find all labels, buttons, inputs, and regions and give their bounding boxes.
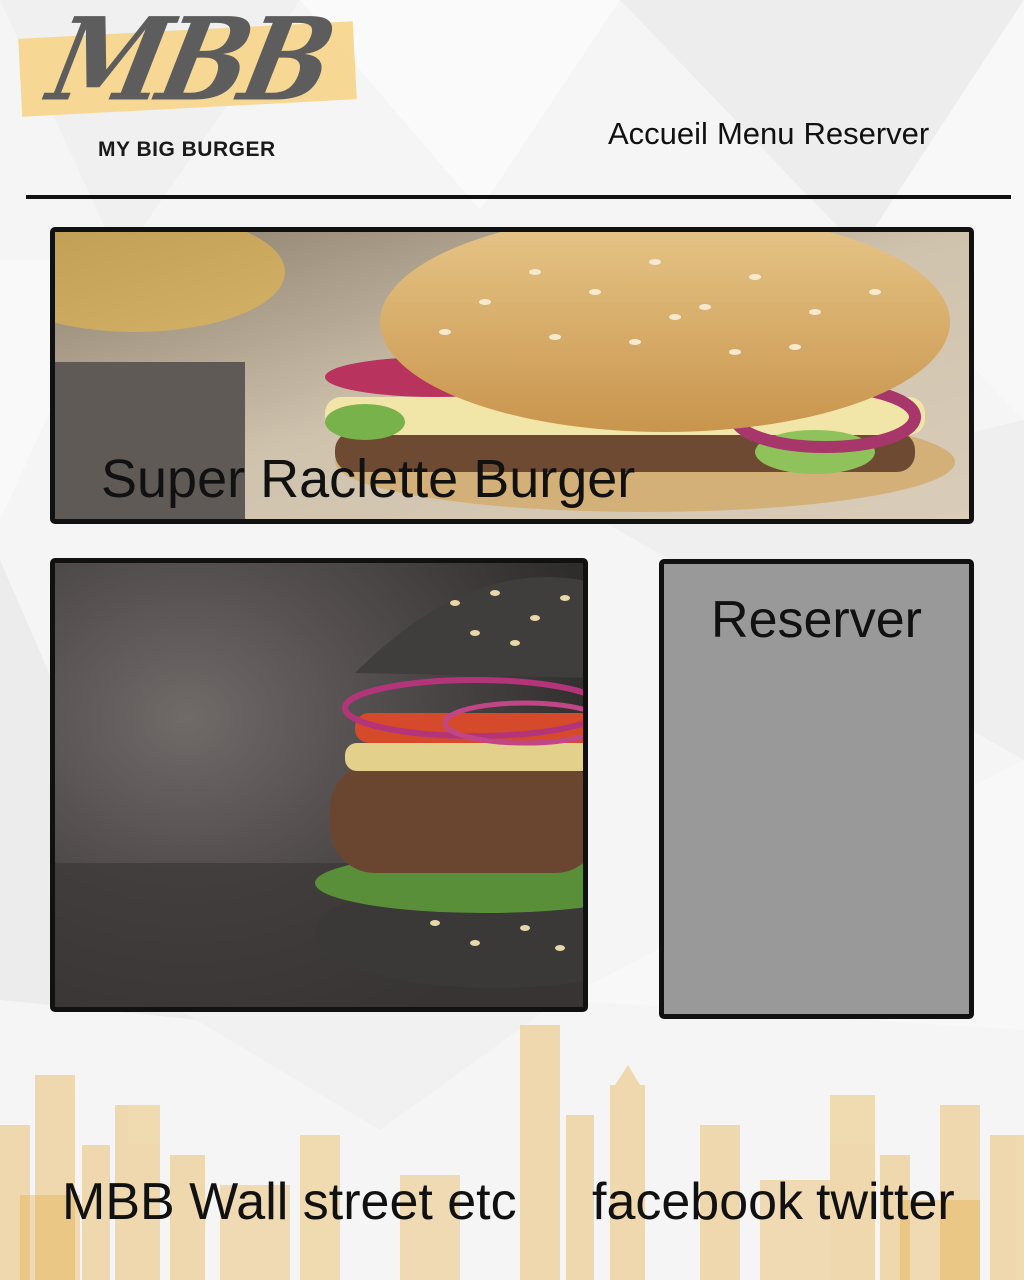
hero-title: Super Raclette Burger bbox=[101, 449, 636, 509]
reserve-title: Reserver bbox=[711, 591, 922, 649]
main-nav: Accueil Menu Reserver bbox=[608, 116, 929, 152]
burger-image bbox=[55, 563, 583, 1007]
nav-item-accueil[interactable]: Accueil bbox=[608, 116, 708, 152]
nav-item-menu[interactable]: Menu bbox=[717, 116, 795, 152]
logo[interactable]: MBB MY BIG BURGER bbox=[18, 0, 358, 170]
burger-photo[interactable] bbox=[50, 558, 588, 1012]
hero-banner[interactable]: Super Raclette Burger bbox=[50, 227, 974, 524]
footer-address: MBB Wall street etc bbox=[62, 1173, 517, 1231]
facebook-link[interactable]: facebook bbox=[592, 1172, 803, 1232]
social-links: facebook twitter bbox=[592, 1172, 955, 1232]
twitter-link[interactable]: twitter bbox=[816, 1172, 955, 1232]
header-divider bbox=[26, 195, 1011, 199]
city-skyline bbox=[0, 1025, 1024, 1280]
logo-mark: MBB bbox=[38, 0, 341, 128]
nav-item-reserver[interactable]: Reserver bbox=[803, 116, 929, 152]
logo-subtitle: MY BIG BURGER bbox=[98, 138, 276, 161]
reserve-panel[interactable]: Reserver bbox=[659, 559, 974, 1019]
